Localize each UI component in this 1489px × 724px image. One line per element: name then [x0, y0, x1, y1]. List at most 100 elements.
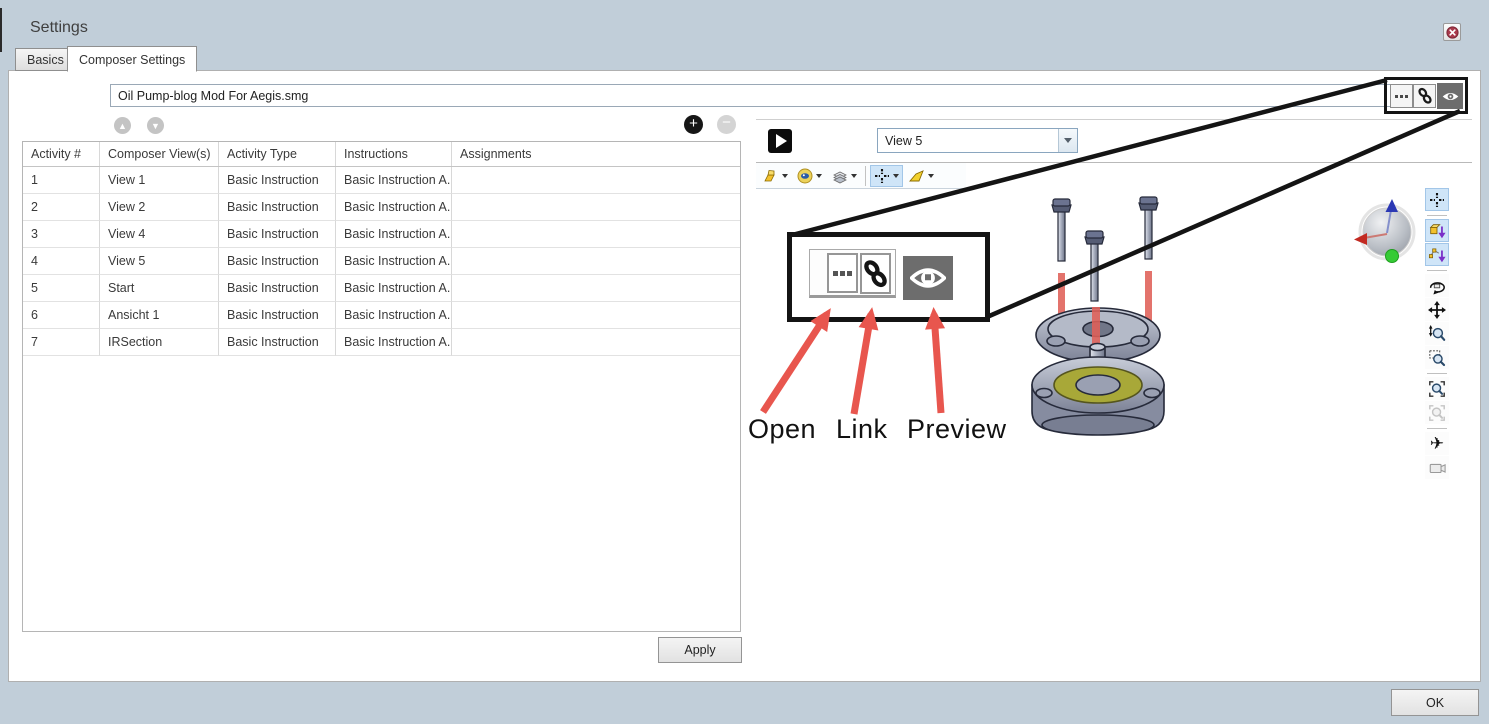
- airplane-icon: ✈: [1430, 435, 1444, 452]
- cell-instructions: Basic Instruction A...: [336, 329, 452, 356]
- onion-skin-button[interactable]: [759, 165, 792, 187]
- orbit-sphere-widget[interactable]: [1352, 197, 1422, 267]
- separator-line: [756, 119, 1472, 120]
- rotate-orbit-icon: [1428, 277, 1446, 295]
- add-activity-button[interactable]: +: [684, 115, 703, 134]
- camera-view-button[interactable]: [1425, 456, 1449, 479]
- zoom-region-icon: [1428, 349, 1446, 367]
- chevron-down-icon: [782, 174, 788, 178]
- settings-dialog: Settings Basics Composer Settings Compos…: [0, 0, 1489, 724]
- fly-through-button[interactable]: ✈: [1425, 432, 1449, 455]
- cell-activity-type: Basic Instruction: [219, 329, 336, 356]
- cell-composer-view: IRSection: [100, 329, 219, 356]
- orbit-tool-button[interactable]: [1425, 274, 1449, 297]
- cell-activity-type: Basic Instruction: [219, 248, 336, 275]
- dropdown-arrow-button[interactable]: [1058, 129, 1077, 152]
- column-header[interactable]: Instructions: [336, 142, 452, 166]
- zoom-selection-disabled-button: [1425, 401, 1449, 424]
- current-view-value: View 5: [878, 129, 1058, 152]
- layers-button[interactable]: [827, 165, 861, 187]
- cell-composer-view: View 5: [100, 248, 219, 275]
- zoomed-preview-button[interactable]: [903, 256, 953, 300]
- column-header[interactable]: Activity #: [23, 142, 100, 166]
- ok-button[interactable]: OK: [1391, 689, 1479, 716]
- cell-assignments: [452, 302, 740, 329]
- chevron-down-icon: [928, 174, 934, 178]
- select-tool-button[interactable]: [1425, 188, 1449, 211]
- table-row[interactable]: 7 IRSection Basic Instruction Basic Inst…: [23, 329, 740, 356]
- move-down-button[interactable]: ▼: [147, 117, 164, 134]
- zoom-selection-disabled-icon: [1428, 404, 1446, 422]
- pan-tool-button[interactable]: [1425, 298, 1449, 321]
- activities-table[interactable]: Activity # Composer View(s) Activity Typ…: [22, 141, 741, 632]
- cell-composer-view: View 1: [100, 167, 219, 194]
- zoom-selection-button[interactable]: [1425, 377, 1449, 400]
- apply-button[interactable]: Apply: [658, 637, 742, 663]
- composer-file-input[interactable]: [110, 84, 1391, 107]
- open-file-button[interactable]: [1390, 84, 1413, 108]
- zoom-tool-button[interactable]: [1425, 322, 1449, 345]
- cell-activity-number: 2: [23, 194, 100, 221]
- cell-composer-view: View 2: [100, 194, 219, 221]
- zoomed-open-button[interactable]: [827, 253, 858, 293]
- play-button[interactable]: [768, 129, 792, 153]
- table-row[interactable]: 6 Ansicht 1 Basic Instruction Basic Inst…: [23, 302, 740, 329]
- cell-assignments: [452, 167, 740, 194]
- cell-assignments: [452, 329, 740, 356]
- cell-activity-type: Basic Instruction: [219, 302, 336, 329]
- move-up-button[interactable]: ▲: [114, 117, 131, 134]
- tab-composer-settings-label: Composer Settings: [79, 53, 185, 67]
- cell-composer-view: Ansicht 1: [100, 302, 219, 329]
- drop-selection-button[interactable]: [1425, 243, 1449, 266]
- crosshair-icon: [1429, 192, 1445, 208]
- ellipsis-icon: [1395, 95, 1408, 98]
- onion-skin-icon: [763, 168, 779, 184]
- cell-activity-number: 5: [23, 275, 100, 302]
- wedge-tool-button[interactable]: [904, 165, 938, 187]
- cell-assignments: [452, 194, 740, 221]
- chevron-down-icon: [1064, 138, 1072, 143]
- open-annotation-label: Open: [748, 414, 816, 445]
- zoom-region-button[interactable]: [1425, 346, 1449, 369]
- table-row[interactable]: 2 View 2 Basic Instruction Basic Instruc…: [23, 194, 740, 221]
- link-file-button[interactable]: [1413, 84, 1436, 108]
- visibility-button[interactable]: [793, 165, 826, 187]
- visibility-eye-icon: [797, 168, 813, 184]
- column-header[interactable]: Activity Type: [219, 142, 336, 166]
- toolbar-separator: [1427, 373, 1447, 374]
- table-row[interactable]: 4 View 5 Basic Instruction Basic Instruc…: [23, 248, 740, 275]
- wedge-icon: [908, 168, 925, 184]
- drop-part-button[interactable]: [1425, 219, 1449, 242]
- cell-assignments: [452, 275, 740, 302]
- column-header[interactable]: Assignments: [452, 142, 740, 166]
- chevron-down-icon: [893, 174, 899, 178]
- cell-activity-type: Basic Instruction: [219, 221, 336, 248]
- toolbar-separator: [1427, 215, 1447, 216]
- toolbar-separator: [1427, 270, 1447, 271]
- table-row[interactable]: 5 Start Basic Instruction Basic Instruct…: [23, 275, 740, 302]
- zoom-selection-icon: [1428, 380, 1446, 398]
- view-tools-toolbar: ✈: [1424, 188, 1450, 480]
- ellipsis-icon: [833, 271, 852, 276]
- column-header[interactable]: Composer View(s): [100, 142, 219, 166]
- toolbar-separator: [865, 166, 866, 186]
- table-row[interactable]: 3 View 4 Basic Instruction Basic Instruc…: [23, 221, 740, 248]
- toolbar-separator: [1427, 428, 1447, 429]
- cell-instructions: Basic Instruction A...: [336, 248, 452, 275]
- preview-annotation-label: Preview: [907, 414, 1007, 445]
- cube-arrow-icon: [1428, 222, 1446, 240]
- close-button[interactable]: [1443, 23, 1461, 41]
- cell-activity-number: 1: [23, 167, 100, 194]
- table-row[interactable]: 1 View 1 Basic Instruction Basic Instruc…: [23, 167, 740, 194]
- zoomed-link-button[interactable]: [860, 253, 891, 294]
- zoom-magnifier-icon: [1428, 325, 1446, 343]
- current-view-dropdown[interactable]: View 5: [877, 128, 1078, 153]
- cell-composer-view: View 4: [100, 221, 219, 248]
- select-move-button[interactable]: [870, 165, 903, 187]
- remove-activity-button[interactable]: −: [717, 115, 736, 134]
- cell-assignments: [452, 248, 740, 275]
- camera-icon: [1428, 459, 1446, 477]
- preview-button[interactable]: [1437, 83, 1463, 109]
- tab-composer-settings[interactable]: Composer Settings: [67, 46, 197, 72]
- cell-activity-type: Basic Instruction: [219, 167, 336, 194]
